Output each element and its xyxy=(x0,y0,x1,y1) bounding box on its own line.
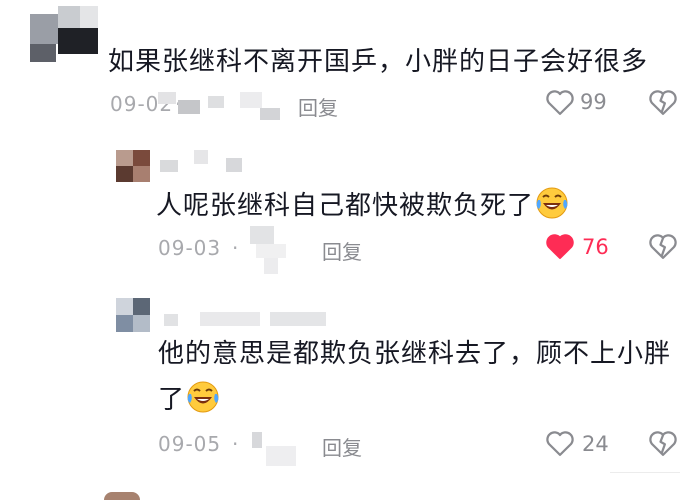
comment-text: 人呢张继科自己都快被欺负死了 xyxy=(156,186,570,230)
comment-text-continued: 了 xyxy=(158,380,221,424)
heart-filled-icon[interactable] xyxy=(545,232,575,260)
comment-location: · xyxy=(232,236,240,260)
blurred-username-region xyxy=(244,222,296,276)
comment-date: 09-03 xyxy=(158,236,222,260)
avatar[interactable] xyxy=(116,150,150,182)
heart-outline-icon[interactable] xyxy=(545,429,575,457)
laughing-tears-emoji xyxy=(534,186,570,230)
comment-location: · xyxy=(232,432,240,456)
reply-button[interactable]: 回复 xyxy=(298,92,338,121)
watermark xyxy=(610,472,680,483)
comment-date: 09-05 xyxy=(158,432,222,456)
like-count: 24 xyxy=(582,432,609,456)
comment-text: 他的意思是都欺负张继科去了，顾不上小胖 xyxy=(158,339,672,369)
comment-text: 如果张继科不离开国乒，小胖的日子会好很多 xyxy=(108,47,649,77)
avatar[interactable] xyxy=(104,490,140,500)
reply-button[interactable]: 回复 xyxy=(322,432,362,461)
blurred-username-region xyxy=(160,150,270,174)
laughing-tears-emoji xyxy=(185,380,221,424)
avatar[interactable] xyxy=(116,298,150,332)
broken-heart-icon[interactable] xyxy=(648,429,678,457)
heart-outline-icon[interactable] xyxy=(545,88,575,116)
reply-button[interactable]: 回复 xyxy=(322,236,362,265)
blurred-username-region xyxy=(160,310,330,330)
like-count: 76 xyxy=(582,235,609,259)
blurred-username-region xyxy=(246,428,298,470)
broken-heart-icon[interactable] xyxy=(648,88,678,116)
blurred-username-region xyxy=(150,90,290,124)
like-count: 99 xyxy=(580,90,607,114)
broken-heart-icon[interactable] xyxy=(648,232,678,260)
avatar[interactable] xyxy=(30,6,100,66)
